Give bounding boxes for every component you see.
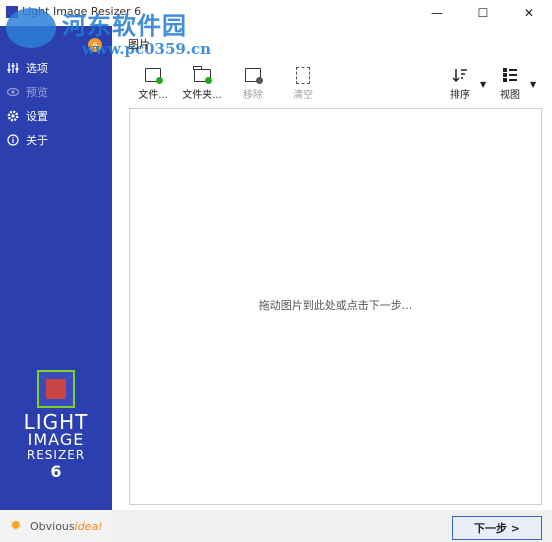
remove-label: 移除: [243, 90, 263, 101]
sidebar-item-about[interactable]: 关于: [0, 129, 112, 151]
sort-button[interactable]: 排序: [438, 66, 482, 102]
view-dropdown-icon[interactable]: ▼: [530, 80, 536, 89]
remove-image-icon: [243, 66, 263, 84]
add-folder-button[interactable]: 文件夹...: [180, 65, 224, 102]
brand-line-1: LIGHT: [23, 410, 89, 434]
drop-hint: 拖动图片到此处或点击下一步...: [258, 299, 413, 312]
add-folder-label: 文件夹...: [182, 90, 222, 101]
remove-button[interactable]: 移除: [231, 66, 275, 102]
next-button[interactable]: 下一步 >: [452, 516, 542, 540]
window-title: Light Image Resizer 6: [22, 5, 142, 18]
sort-dropdown-icon[interactable]: ▼: [480, 80, 486, 89]
brand-version: 6: [50, 462, 62, 481]
notification-badge[interactable]: 6: [88, 38, 102, 52]
minimize-button[interactable]: —: [414, 0, 460, 26]
add-files-button[interactable]: 文件...: [131, 66, 175, 102]
view-label: 视图: [500, 90, 520, 101]
sort-icon: [450, 66, 470, 84]
page-title: 图片: [128, 38, 150, 51]
sidebar-item-settings[interactable]: 设置: [0, 105, 112, 127]
view-list-icon: [500, 66, 520, 84]
add-folder-icon: [192, 65, 212, 84]
brand-line-3: RESIZER: [26, 448, 86, 462]
action-bar: 下一步 >: [112, 510, 552, 542]
sort-label: 排序: [450, 90, 470, 101]
sidebar-item-options[interactable]: 选项: [0, 57, 112, 79]
view-button[interactable]: 视图: [488, 66, 532, 102]
clear-button[interactable]: 清空: [281, 66, 325, 102]
resizer-logo-icon: [37, 370, 75, 408]
sliders-icon: [6, 61, 20, 75]
app-icon: [6, 6, 18, 18]
brand-line-2: IMAGE: [27, 430, 85, 449]
clear-label: 清空: [293, 90, 313, 101]
product-logo: LIGHT IMAGE RESIZER 6: [0, 370, 112, 482]
image-drop-area[interactable]: 拖动图片到此处或点击下一步...: [129, 108, 542, 505]
vendor-name[interactable]: Obviousidea!: [30, 520, 103, 533]
sidebar-item-label: 预览: [26, 86, 48, 99]
eye-icon: [6, 85, 20, 99]
lightbulb-icon: ✹: [10, 518, 22, 534]
sidebar: 6 选项 预览 设置 关于 LIGHT IMAGE RESIZER 6: [0, 26, 112, 510]
sidebar-item-label: 选项: [26, 62, 48, 75]
maximize-button[interactable]: ☐: [460, 0, 506, 26]
close-button[interactable]: ✕: [506, 0, 552, 26]
gear-icon: [6, 109, 20, 123]
vendor-footer: ✹ Obviousidea!: [0, 510, 112, 542]
add-image-icon: [143, 66, 163, 84]
title-bar: Light Image Resizer 6 — ☐ ✕: [0, 0, 552, 26]
info-icon: [6, 133, 20, 147]
clear-icon: [293, 66, 313, 84]
sidebar-item-label: 关于: [26, 134, 48, 147]
add-files-label: 文件...: [138, 90, 168, 101]
sidebar-item-preview[interactable]: 预览: [0, 81, 112, 103]
sidebar-item-label: 设置: [26, 110, 48, 123]
